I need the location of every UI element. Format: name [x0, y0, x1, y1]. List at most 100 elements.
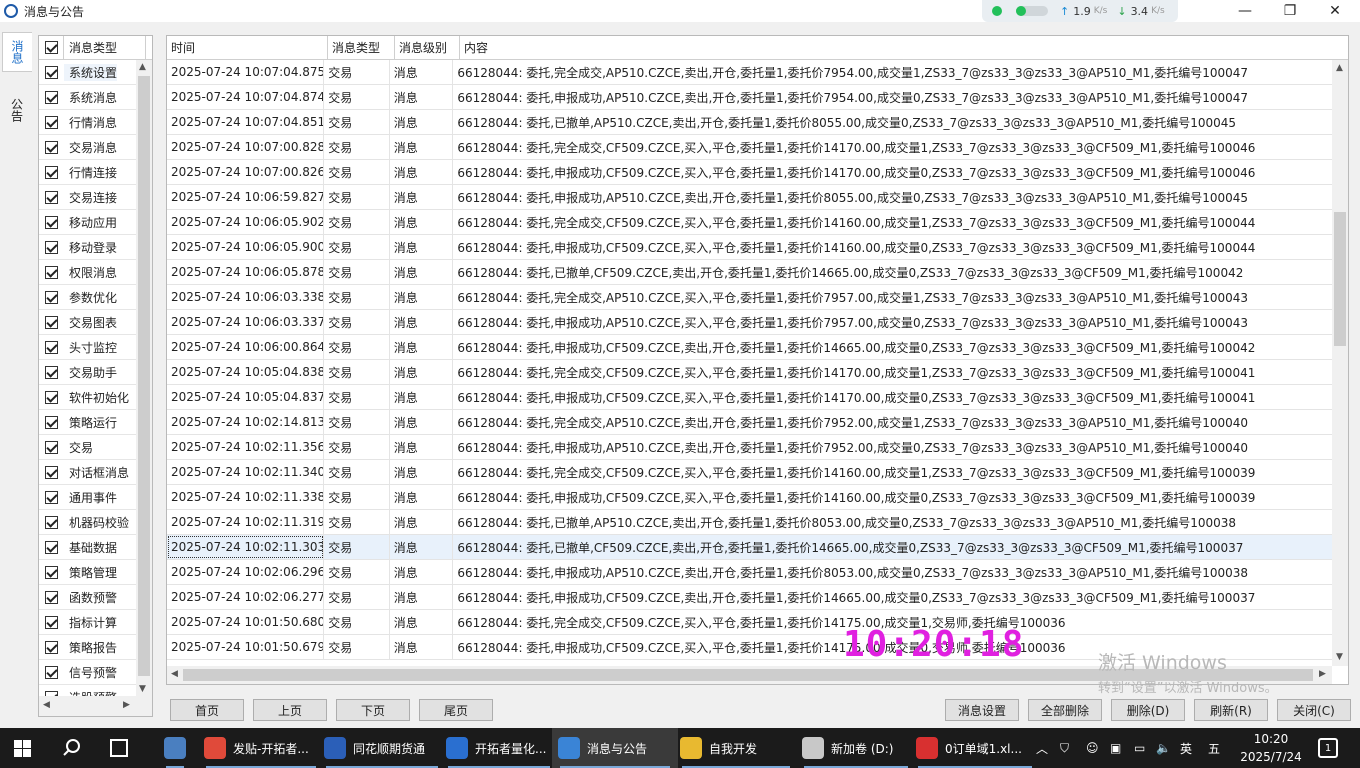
type-checkbox[interactable] — [45, 315, 58, 329]
type-checkbox[interactable] — [45, 240, 58, 254]
grid-vertical-scrollbar[interactable]: ▲ ▼ — [1332, 60, 1348, 666]
table-row[interactable]: 2025-07-24 10:02:14.813 交易 消息 66128044: 委托,… — [167, 410, 1332, 435]
task-view-icon[interactable] — [110, 739, 128, 757]
type-list-item[interactable]: 信号预警 — [39, 660, 136, 685]
taskbar-app[interactable] — [158, 728, 192, 768]
ime-mode[interactable]: 五 — [1208, 728, 1220, 768]
type-list-item[interactable]: 函数预警 — [39, 585, 136, 610]
type-list-item[interactable]: 权限消息 — [39, 260, 136, 285]
type-checkbox[interactable] — [45, 165, 58, 179]
table-row[interactable]: 2025-07-24 10:02:11.303 交易 消息 66128044: 委托,… — [167, 535, 1332, 560]
type-checkbox[interactable] — [45, 590, 58, 604]
type-list-item[interactable]: 移动应用 — [39, 210, 136, 235]
scroll-left-icon[interactable]: ◀ — [43, 700, 50, 710]
column-header-level[interactable]: 消息级别 — [395, 36, 460, 59]
table-row[interactable]: 2025-07-24 10:02:11.338 交易 消息 66128044: 委托,… — [167, 485, 1332, 510]
ime-language[interactable]: 英 — [1180, 728, 1192, 768]
table-row[interactable]: 2025-07-24 10:07:04.875 交易 消息 66128044: 委托,… — [167, 60, 1332, 85]
scroll-up-icon[interactable]: ▲ — [139, 62, 146, 72]
type-list-item[interactable]: 交易消息 — [39, 135, 136, 160]
column-header-time[interactable]: 时间 — [167, 36, 328, 59]
table-row[interactable]: 2025-07-24 10:01:50.680 交易 消息 66128044: 委托,… — [167, 610, 1332, 635]
table-row[interactable]: 2025-07-24 10:02:11.319 交易 消息 66128044: 委托,… — [167, 510, 1332, 535]
network-icon[interactable]: ▣ — [1110, 728, 1121, 768]
message-settings-button[interactable]: 消息设置 — [945, 699, 1019, 721]
table-row[interactable]: 2025-07-24 10:06:00.864 交易 消息 66128044: 委托,… — [167, 335, 1332, 360]
last-page-button[interactable]: 尾页 — [419, 699, 493, 721]
type-checkbox[interactable] — [45, 490, 58, 504]
table-row[interactable]: 2025-07-24 10:06:03.338 交易 消息 66128044: 委托,… — [167, 285, 1332, 310]
taskbar-app[interactable]: 消息与公告 — [552, 728, 678, 768]
type-checkbox[interactable] — [45, 515, 58, 529]
type-list-item[interactable]: 对话框消息 — [39, 460, 136, 485]
taskbar-app[interactable]: 发贴-开拓者... — [198, 728, 324, 768]
type-list-item[interactable]: 行情消息 — [39, 110, 136, 135]
tab-messages[interactable]: 消息 — [2, 32, 32, 72]
type-checkbox[interactable] — [45, 390, 58, 404]
prev-page-button[interactable]: 上页 — [253, 699, 327, 721]
delete-all-button[interactable]: 全部删除 — [1028, 699, 1102, 721]
table-row[interactable]: 2025-07-24 10:06:05.902 交易 消息 66128044: 委托,… — [167, 210, 1332, 235]
type-column-header[interactable]: 消息类型 — [64, 36, 146, 59]
table-row[interactable]: 2025-07-24 10:06:05.900 交易 消息 66128044: 委托,… — [167, 235, 1332, 260]
next-page-button[interactable]: 下页 — [336, 699, 410, 721]
type-list-item[interactable]: 策略运行 — [39, 410, 136, 435]
table-row[interactable]: 2025-07-24 10:02:11.356 交易 消息 66128044: 委托,… — [167, 435, 1332, 460]
scroll-thumb[interactable] — [138, 76, 150, 676]
scroll-right-icon[interactable]: ▶ — [1319, 669, 1326, 679]
shield-icon[interactable]: ⛉ — [1060, 728, 1069, 768]
type-list-item[interactable]: 行情连接 — [39, 160, 136, 185]
type-checkbox[interactable] — [45, 640, 58, 654]
scroll-up-icon[interactable]: ▲ — [1336, 63, 1343, 73]
type-list-item[interactable]: 软件初始化 — [39, 385, 136, 410]
type-list-item[interactable]: 基础数据 — [39, 535, 136, 560]
network-speed-widget[interactable]: ↑ 1.9 K/s ↓ 3.4 K/s — [982, 0, 1178, 22]
notification-icon[interactable]: 1 — [1318, 738, 1338, 758]
table-row[interactable]: 2025-07-24 10:02:11.340 交易 消息 66128044: 委托,… — [167, 460, 1332, 485]
maximize-button[interactable]: ❐ — [1267, 0, 1313, 22]
taskbar-app[interactable]: 新加卷 (D:) — [796, 728, 916, 768]
type-checkbox[interactable] — [45, 140, 58, 154]
type-list-item[interactable]: 系统设置 — [39, 60, 136, 85]
delete-button[interactable]: 删除(D) — [1111, 699, 1185, 721]
table-row[interactable]: 2025-07-24 10:02:06.277 交易 消息 66128044: 委托,… — [167, 585, 1332, 610]
tray-chevron-icon[interactable]: ︿ — [1036, 728, 1048, 768]
type-checkbox[interactable] — [45, 465, 58, 479]
type-list-item[interactable]: 机器码校验 — [39, 510, 136, 535]
type-list-item[interactable]: 选股预警 — [39, 685, 136, 696]
close-window-button[interactable]: ✕ — [1312, 0, 1358, 22]
type-checkbox[interactable] — [45, 440, 58, 454]
table-row[interactable]: 2025-07-24 10:07:04.851 交易 消息 66128044: 委托,… — [167, 110, 1332, 135]
type-checkbox[interactable] — [45, 540, 58, 554]
type-checkbox[interactable] — [45, 215, 58, 229]
windows-start-icon[interactable] — [14, 740, 31, 757]
taskbar-app[interactable]: 同花顺期货通 — [318, 728, 446, 768]
column-header-content[interactable]: 内容 — [460, 36, 1348, 59]
minimize-button[interactable]: — — [1222, 0, 1268, 22]
taskbar-app[interactable]: 0订单域1.xl... — [910, 728, 1040, 768]
table-row[interactable]: 2025-07-24 10:06:03.337 交易 消息 66128044: 委托,… — [167, 310, 1332, 335]
type-checkbox[interactable] — [45, 65, 58, 79]
table-row[interactable]: 2025-07-24 10:07:04.874 交易 消息 66128044: 委托,… — [167, 85, 1332, 110]
type-horizontal-scrollbar[interactable]: ◀ ▶ — [39, 696, 152, 716]
column-header-type[interactable]: 消息类型 — [328, 36, 395, 59]
first-page-button[interactable]: 首页 — [170, 699, 244, 721]
type-checkbox[interactable] — [45, 340, 58, 354]
taskbar-clock[interactable]: 10:20 2025/7/24 — [1236, 730, 1306, 766]
close-button[interactable]: 关闭(C) — [1277, 699, 1351, 721]
people-icon[interactable]: ☺ — [1086, 728, 1099, 768]
scroll-down-icon[interactable]: ▼ — [139, 684, 146, 694]
type-list-item[interactable]: 通用事件 — [39, 485, 136, 510]
type-checkbox[interactable] — [45, 90, 58, 104]
type-list-item[interactable]: 移动登录 — [39, 235, 136, 260]
search-icon[interactable] — [62, 738, 82, 758]
scroll-left-icon[interactable]: ◀ — [171, 669, 178, 679]
tab-announcements[interactable]: 公告 — [2, 90, 32, 130]
type-list-item[interactable]: 交易连接 — [39, 185, 136, 210]
table-row[interactable]: 2025-07-24 10:07:00.826 交易 消息 66128044: 委托,… — [167, 160, 1332, 185]
type-list-item[interactable]: 指标计算 — [39, 610, 136, 635]
table-row[interactable]: 2025-07-24 10:02:06.296 交易 消息 66128044: 委托,… — [167, 560, 1332, 585]
taskbar-app[interactable]: 开拓者量化... — [440, 728, 558, 768]
type-list-item[interactable]: 交易助手 — [39, 360, 136, 385]
table-row[interactable]: 2025-07-24 10:06:05.878 交易 消息 66128044: 委托,… — [167, 260, 1332, 285]
